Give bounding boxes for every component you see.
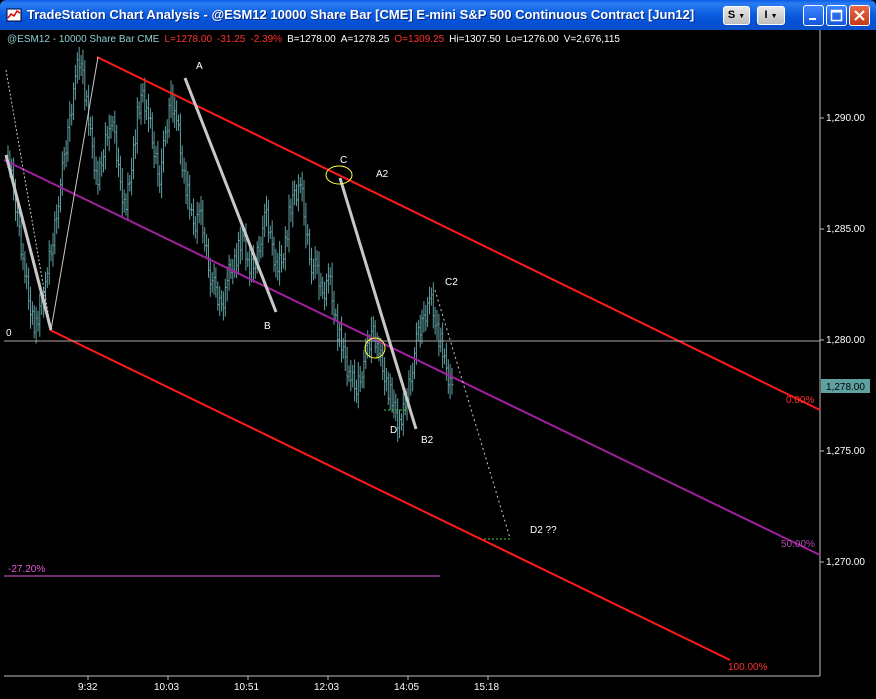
- price-axis[interactable]: 1,290.00 1,285.00 1,280.00 1,275.00 1,27…: [820, 113, 870, 568]
- wave-label: A: [196, 61, 203, 72]
- price-tick: 1,285.00: [820, 224, 865, 235]
- last-price-tag-label: 1,278.00: [826, 382, 865, 393]
- price-tick: 1,280.00: [820, 335, 865, 346]
- time-tick-label: 10:51: [234, 682, 259, 693]
- time-tick-label: 14:05: [394, 682, 419, 693]
- time-tick: 10:51: [234, 676, 259, 693]
- price-chart[interactable]: A B C A2 C2 D B2 D2 ?? 0 0.00% 50.00% 10…: [0, 0, 876, 699]
- axis-separators: [4, 30, 821, 677]
- price-tick: 1,275.00: [820, 446, 865, 457]
- price-tick-label: 1,275.00: [826, 446, 865, 457]
- channel-level-label: 50.00%: [781, 539, 815, 550]
- price-tick-label: 1,285.00: [826, 224, 865, 235]
- price-tick-label: 1,290.00: [826, 113, 865, 124]
- channel-upper-line[interactable]: [96, 56, 821, 411]
- price-tick: 1,270.00: [820, 557, 865, 568]
- channel-lines: [3, 56, 821, 661]
- time-tick-label: 9:32: [78, 682, 98, 693]
- time-axis[interactable]: 9:32 10:03 10:51 12:03 14:05 15:18: [78, 676, 499, 693]
- time-tick: 10:03: [154, 676, 179, 693]
- wave-label: D: [390, 425, 397, 436]
- median-line[interactable]: [3, 159, 821, 556]
- fib-extension-label: -27.20%: [8, 564, 45, 575]
- price-tick-label: 1,270.00: [826, 557, 865, 568]
- channel-level-labels: 0.00% 50.00% 100.00% -27.20%: [8, 395, 815, 673]
- time-tick-label: 12:03: [314, 682, 339, 693]
- time-tick-label: 10:03: [154, 682, 179, 693]
- wave-label: C2: [445, 277, 458, 288]
- wave-label: C: [340, 155, 347, 166]
- wave-label: D2 ??: [530, 525, 557, 536]
- time-tick: 15:18: [474, 676, 499, 693]
- channel-level-label: 100.00%: [728, 662, 768, 673]
- wave-label: A2: [376, 169, 389, 180]
- time-tick-label: 15:18: [474, 682, 499, 693]
- zero-marker: 0: [6, 328, 12, 339]
- wave-label: B: [264, 321, 271, 332]
- price-bars: [7, 46, 454, 442]
- time-tick: 14:05: [394, 676, 419, 693]
- time-tick: 12:03: [314, 676, 339, 693]
- channel-level-label: 0.00%: [786, 395, 814, 406]
- swing-lines: [4, 56, 512, 540]
- price-tick: 1,290.00: [820, 113, 865, 124]
- time-tick: 9:32: [78, 676, 98, 693]
- wave-label: B2: [421, 435, 434, 446]
- price-tick-label: 1,280.00: [826, 335, 865, 346]
